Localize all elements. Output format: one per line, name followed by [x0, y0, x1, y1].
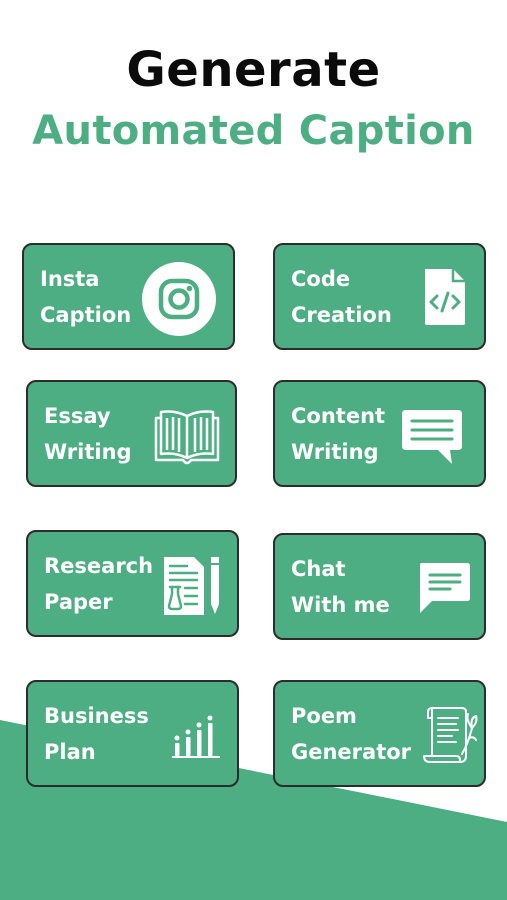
card-label-line1: Research — [44, 553, 154, 578]
business-plan-card[interactable]: Business Plan — [26, 680, 239, 787]
card-label-line1: Poem — [291, 703, 357, 728]
open-book-icon — [153, 406, 221, 466]
card-label-line1: Business — [44, 703, 149, 728]
card-label: Content Writing — [291, 398, 385, 470]
code-file-icon — [422, 268, 468, 326]
page-title: Generate — [126, 42, 381, 98]
card-label-line2: Generator — [291, 739, 412, 764]
bar-chart-icon — [168, 714, 224, 758]
card-label-line1: Chat — [291, 556, 346, 581]
card-label: Code Creation — [291, 261, 392, 333]
insta-caption-card[interactable]: Insta Caption — [22, 243, 235, 350]
chat-message-icon — [416, 561, 472, 617]
card-label: Poem Generator — [291, 698, 411, 770]
card-label-line1: Content — [291, 403, 386, 428]
content-writing-card[interactable]: Content Writing — [273, 380, 486, 487]
essay-writing-card[interactable]: Essay Writing — [26, 380, 237, 487]
card-label-line1: Code — [291, 266, 351, 291]
card-label: Essay Writing — [44, 398, 132, 470]
card-label-line2: Writing — [44, 439, 132, 464]
card-label-line2: Writing — [291, 439, 379, 464]
card-label-line2: Caption — [40, 302, 132, 327]
card-label: Chat With me — [291, 551, 390, 623]
research-paper-icon — [161, 554, 225, 618]
instagram-icon — [141, 261, 217, 337]
card-label-line2: Paper — [44, 589, 113, 614]
research-paper-card[interactable]: Research Paper — [26, 530, 239, 637]
card-label-line2: Creation — [291, 302, 392, 327]
card-label-line1: Insta — [40, 266, 100, 291]
code-creation-card[interactable]: Code Creation — [273, 243, 486, 350]
card-label: Business Plan — [44, 698, 149, 770]
poem-generator-card[interactable]: Poem Generator — [273, 680, 486, 787]
poem-scroll-icon — [422, 704, 482, 766]
card-label-line1: Essay — [44, 403, 111, 428]
card-label-line2: With me — [291, 592, 390, 617]
card-label: Insta Caption — [40, 261, 131, 333]
card-label: Research Paper — [44, 548, 153, 620]
card-label-line2: Plan — [44, 739, 96, 764]
page-subtitle: Automated Caption — [32, 108, 475, 154]
speech-bubble-icon — [400, 408, 464, 466]
chat-with-me-card[interactable]: Chat With me — [273, 533, 486, 640]
